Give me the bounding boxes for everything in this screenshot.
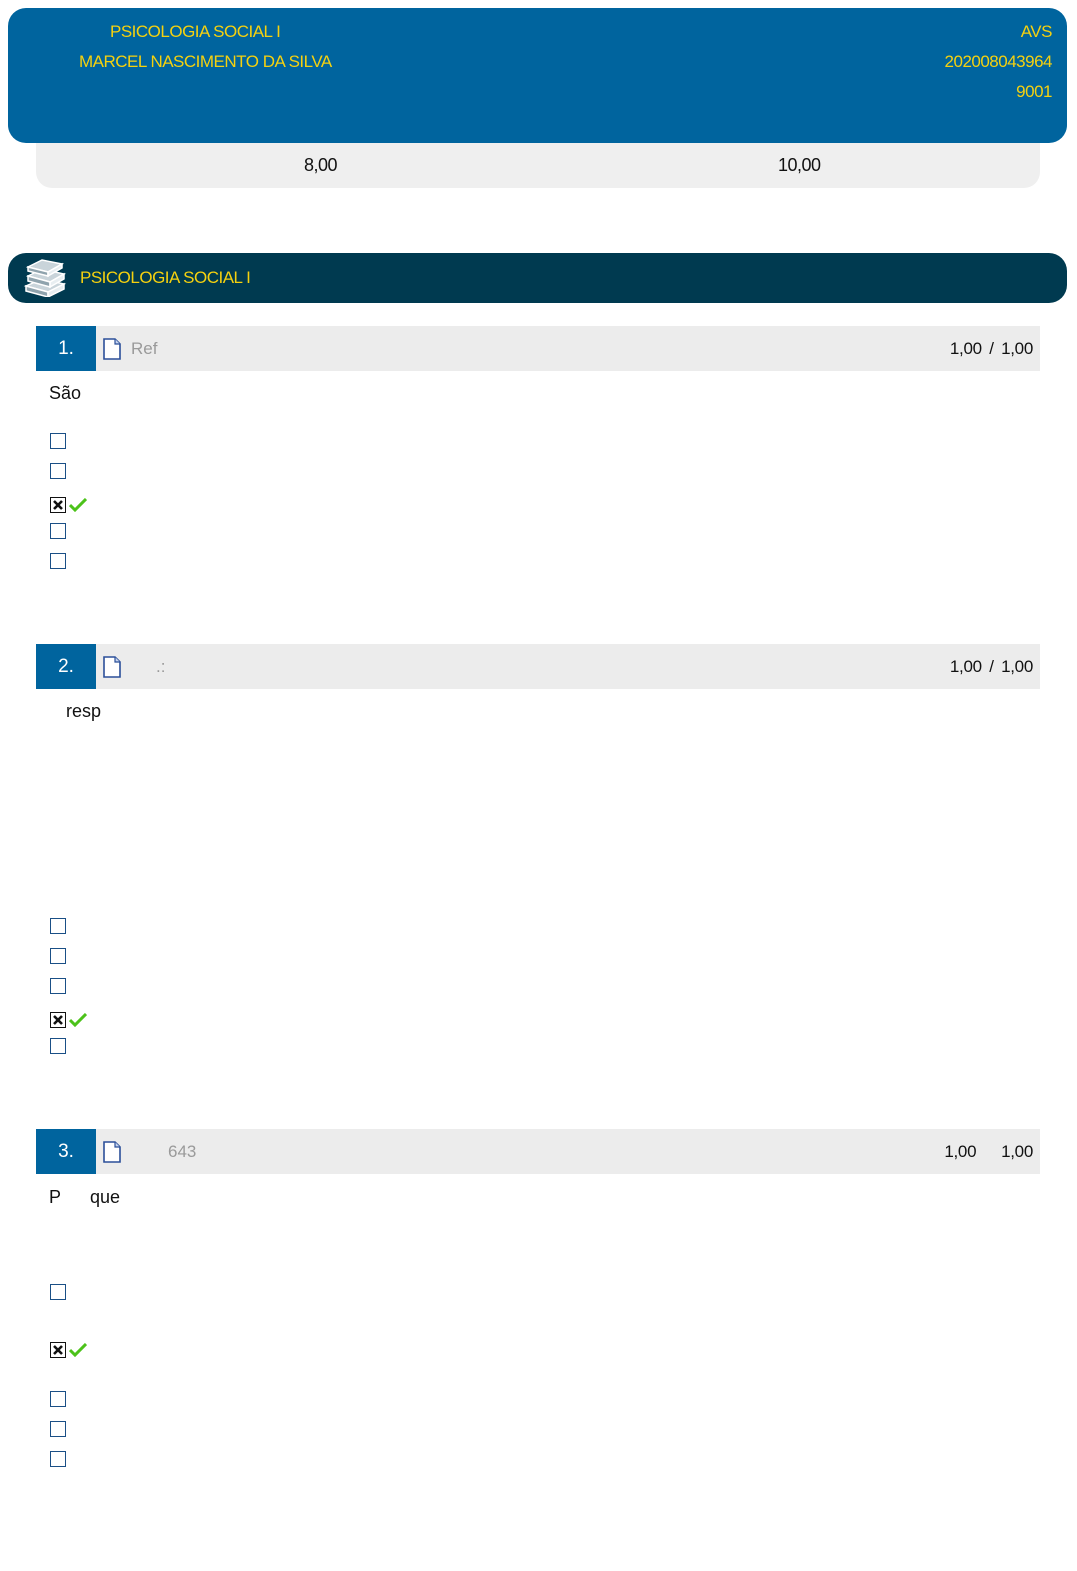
student-name: MARCEL NASCIMENTO DA SILVA [79,52,332,71]
question-3-header: 3. 643 1,00 1,00 [36,1129,1040,1174]
question-text: resp [66,701,102,721]
option-checkbox[interactable] [50,553,66,569]
question-number: 1. [36,326,96,371]
selected-option-checkbox[interactable] [50,497,66,513]
class-code: 9001 [1016,82,1052,101]
option-checkbox[interactable] [50,918,66,934]
option-checkbox[interactable] [50,463,66,479]
section-header: PSICOLOGIA SOCIAL I [8,253,1067,303]
option-checkbox[interactable] [50,1038,66,1054]
selected-option-checkbox[interactable] [50,1012,66,1028]
question-reference: .: [156,657,166,676]
grade-value: 8,00 [304,155,338,175]
books-icon [23,259,67,297]
question-score: 1,00 / 1,00 [949,657,1033,676]
question-reference: Ref [131,339,158,358]
question-number: 3. [36,1129,96,1174]
question-score: 1,00 / 1,00 [949,339,1033,358]
course-name: PSICOLOGIA SOCIAL I [110,22,281,41]
correct-check-icon [69,1013,87,1027]
correct-check-icon [69,1343,87,1357]
option-checkbox[interactable] [50,1451,66,1467]
section-title: PSICOLOGIA SOCIAL I [80,268,251,287]
document-icon[interactable] [102,1141,122,1163]
question-text: São [49,383,82,403]
document-icon[interactable] [102,656,122,678]
correct-check-icon [69,498,87,512]
question-1-header: 1. Ref 1,00 / 1,00 [36,326,1040,371]
option-checkbox[interactable] [50,1391,66,1407]
option-checkbox[interactable] [50,948,66,964]
question-reference: 643 [168,1142,197,1161]
question-text-continued: que [90,1187,121,1207]
selected-option-checkbox[interactable] [50,1342,66,1358]
score-summary: 8,00 10,00 [36,143,1040,188]
total-value: 10,00 [778,155,821,175]
option-checkbox[interactable] [50,978,66,994]
option-checkbox[interactable] [50,433,66,449]
exam-header: PSICOLOGIA SOCIAL I MARCEL NASCIMENTO DA… [8,8,1067,143]
question-number: 2. [36,644,96,689]
option-checkbox[interactable] [50,1284,66,1300]
exam-type: AVS [1020,22,1053,41]
registration-number: 202008043964 [944,52,1053,71]
option-checkbox[interactable] [50,1421,66,1437]
document-icon[interactable] [102,338,122,360]
question-score: 1,00 1,00 [944,1142,1033,1161]
question-2-header: 2. .: 1,00 / 1,00 [36,644,1040,689]
option-checkbox[interactable] [50,523,66,539]
question-text-start: P [49,1187,62,1207]
